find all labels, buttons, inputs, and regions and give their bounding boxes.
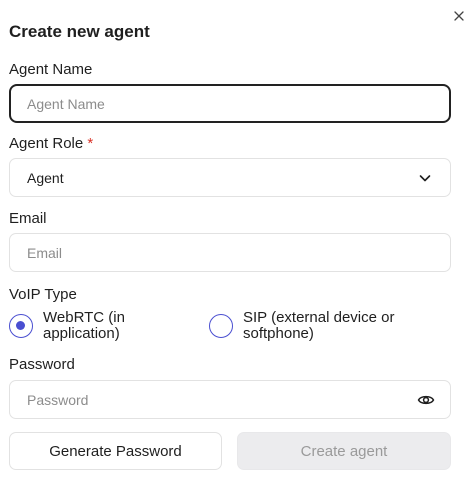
voip-option-sip-line1: SIP (external device or [243,309,395,326]
password-field[interactable] [9,380,451,419]
voip-option-webrtc-line2: application) [43,325,120,342]
password-label: Password [9,356,75,373]
voip-option-sip-line2: softphone) [243,325,314,342]
password-input[interactable] [27,391,397,408]
email-input[interactable] [27,244,397,261]
required-marker: * [87,135,94,152]
radio-webrtc[interactable] [9,314,33,338]
voip-option-webrtc-label: WebRTC (in application) [43,310,125,342]
voip-option-sip[interactable]: SIP (external device or softphone) [209,310,394,342]
voip-option-webrtc-line1: WebRTC (in [43,309,125,326]
agent-name-field[interactable] [9,84,451,123]
create-agent-button[interactable]: Create agent [237,432,451,470]
agent-role-select[interactable]: Agent [9,158,451,197]
email-label: Email [9,210,47,227]
agent-name-input[interactable] [27,95,397,112]
agent-role-label-text: Agent Role [9,135,84,152]
dialog-title: Create new agent [9,22,150,41]
voip-option-webrtc[interactable]: WebRTC (in application) [9,310,125,342]
chevron-down-icon [419,175,431,182]
email-field[interactable] [9,233,451,272]
eye-icon[interactable] [417,392,435,408]
generate-password-button[interactable]: Generate Password [9,432,222,470]
close-button[interactable] [451,8,467,24]
radio-sip[interactable] [209,314,233,338]
voip-option-sip-label: SIP (external device or softphone) [243,310,394,342]
close-icon [454,11,464,21]
agent-name-label: Agent Name [9,61,93,78]
agent-role-label: Agent Role * [9,135,93,152]
voip-type-label: VoIP Type [9,286,77,303]
agent-role-selected-value: Agent [27,169,64,186]
